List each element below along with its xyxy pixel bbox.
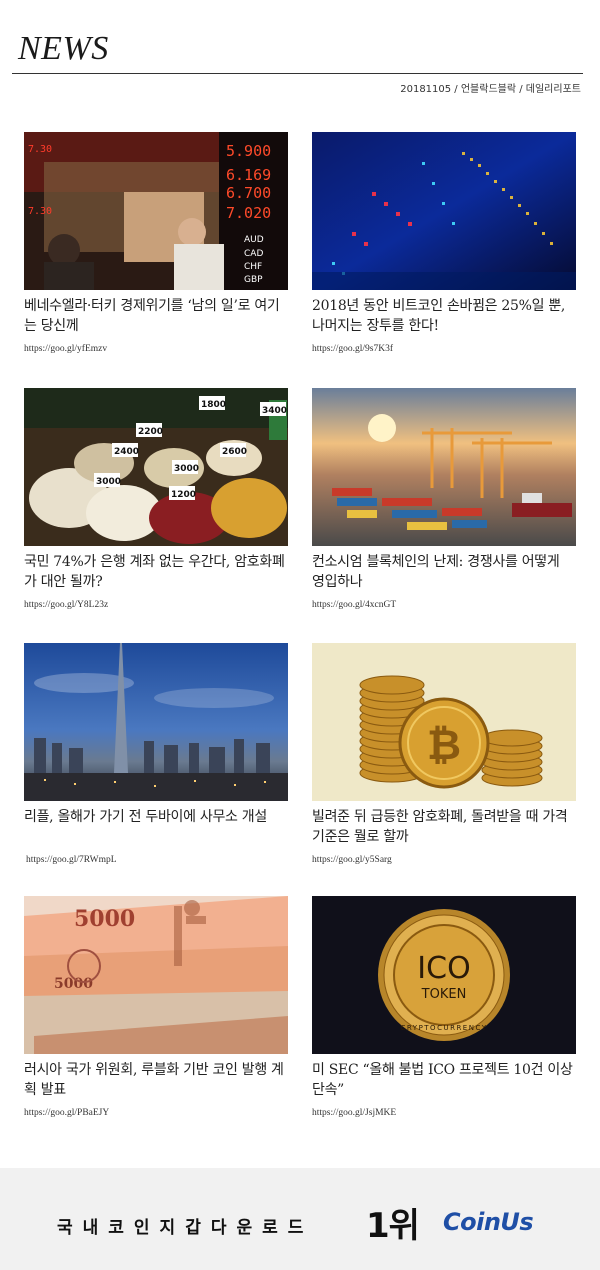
svg-text:5.900: 5.900 <box>226 142 271 160</box>
svg-text:7.30: 7.30 <box>28 144 52 155</box>
article-headline[interactable]: 러시아 국가 위원회, 루블화 기반 코인 발행 계획 발표 <box>24 1060 288 1100</box>
article-link[interactable]: https://goo.gl/Y8L23z <box>24 600 288 610</box>
article-headline[interactable]: 컨소시엄 블록체인의 난제: 경쟁사를 어떻게 영입하나 <box>312 552 576 592</box>
news-card[interactable]: 1800 3000 2400 2600 3000 3400 1200 2200 … <box>24 388 288 610</box>
dubai-skyline-photo[interactable] <box>24 643 288 801</box>
news-card[interactable]: ₿ 빌려준 뒤 급등한 암호화폐, 돌려받을 때 가격기준은 뭘로 할까 htt… <box>312 643 576 865</box>
svg-text:3000: 3000 <box>174 464 199 474</box>
page-title: NEWS <box>18 30 109 67</box>
article-link[interactable]: https://goo.gl/7RWmpL <box>24 855 288 865</box>
footer-rank: 1위 <box>366 1206 420 1246</box>
news-card[interactable]: 2018년 동안 비트코인 손바뀜은 25%일 뿐, 나머지는 장투를 한다! … <box>312 132 576 354</box>
article-link[interactable]: https://goo.gl/PBaEJY <box>24 1108 288 1118</box>
coinus-logo[interactable]: CoinUs <box>443 1208 534 1236</box>
article-headline[interactable]: 리플, 올해가 가기 전 두바이에 사무소 개설 <box>24 807 288 827</box>
news-card[interactable]: 컨소시엄 블록체인의 난제: 경쟁사를 어떻게 영입하나 https://goo… <box>312 388 576 610</box>
ruble-banknotes-photo[interactable]: 5000 5000 <box>24 896 288 1054</box>
svg-text:6.169: 6.169 <box>226 166 271 184</box>
article-link[interactable]: https://goo.gl/y5Sarg <box>312 855 576 865</box>
article-headline[interactable]: 미 SEC “올해 불법 ICO 프로젝트 10건 이상 단속” <box>312 1060 576 1100</box>
svg-text:CHF: CHF <box>244 262 262 272</box>
svg-text:AUD: AUD <box>244 235 264 245</box>
svg-text:CRYPTOCURRENCY: CRYPTOCURRENCY <box>400 1024 487 1032</box>
bitcoin-coin-stack-photo[interactable]: ₿ <box>312 643 576 801</box>
svg-text:1800: 1800 <box>201 400 226 410</box>
svg-text:3400: 3400 <box>262 406 287 416</box>
svg-text:7.020: 7.020 <box>226 204 271 222</box>
ico-token-coin-photo[interactable]: ICO TOKEN CRYPTOCURRENCY <box>312 896 576 1054</box>
market-grain-sacks-photo[interactable]: 1800 3000 2400 2600 3000 3400 1200 2200 <box>24 388 288 546</box>
svg-text:ICO: ICO <box>417 951 470 986</box>
article-link[interactable]: https://goo.gl/9s7K3f <box>312 344 576 354</box>
svg-text:6.700: 6.700 <box>226 184 271 202</box>
svg-text:1200: 1200 <box>171 490 196 500</box>
svg-text:TOKEN: TOKEN <box>421 987 467 1002</box>
masthead-divider <box>12 73 583 74</box>
svg-text:2600: 2600 <box>222 447 247 457</box>
news-card[interactable]: ICO TOKEN CRYPTOCURRENCY 미 SEC “올해 불법 IC… <box>312 896 576 1118</box>
svg-text:5000: 5000 <box>74 906 135 932</box>
news-card[interactable]: 5000 5000 러시아 국가 위원회, 루블화 기반 코인 발행 계획 발표… <box>24 896 288 1118</box>
article-link[interactable]: https://goo.gl/4xcnGT <box>312 600 576 610</box>
news-card[interactable]: 7.30 7.30 5.900 6.169 6.700 7.020 AUD CA… <box>24 132 288 354</box>
svg-text:₿: ₿ <box>427 720 461 769</box>
news-card[interactable]: 리플, 올해가 가기 전 두바이에 사무소 개설 https://goo.gl/… <box>24 643 288 865</box>
issue-meta: 20181105 / 언블락드블락 / 데일리리포트 <box>400 84 581 95</box>
article-headline[interactable]: 빌려준 뒤 급등한 암호화폐, 돌려받을 때 가격기준은 뭘로 할까 <box>312 807 576 847</box>
svg-text:CAD: CAD <box>244 249 263 259</box>
footer-slogan: 국내코인지갑다운로드 <box>57 1218 314 1238</box>
stock-ticker-display-photo[interactable] <box>312 132 576 290</box>
article-headline[interactable]: 2018년 동안 비트코인 손바뀜은 25%일 뿐, 나머지는 장투를 한다! <box>312 296 576 336</box>
svg-text:2400: 2400 <box>114 447 139 457</box>
article-headline[interactable]: 베네수엘라·터키 경제위기를 ‘남의 일’로 여기는 당신께 <box>24 296 288 336</box>
svg-text:2200: 2200 <box>138 427 163 437</box>
article-link[interactable]: https://goo.gl/yfEmzv <box>24 344 288 354</box>
svg-text:GBP: GBP <box>244 275 263 285</box>
article-link[interactable]: https://goo.gl/JsjMKE <box>312 1108 576 1118</box>
svg-text:3000: 3000 <box>96 477 121 487</box>
article-headline[interactable]: 국민 74%가 은행 계좌 없는 우간다, 암호화폐가 대안 될까? <box>24 552 288 592</box>
container-port-photo[interactable] <box>312 388 576 546</box>
currency-exchange-board-photo[interactable]: 7.30 7.30 5.900 6.169 6.700 7.020 AUD CA… <box>24 132 288 290</box>
svg-text:7.30: 7.30 <box>28 206 52 217</box>
